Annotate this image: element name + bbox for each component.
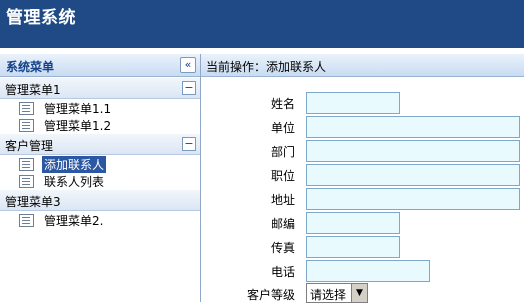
level-select[interactable]: 请选择 ▼: [306, 283, 368, 303]
address-field[interactable]: [306, 188, 520, 210]
sidebar-item-contact-list[interactable]: 联系人列表: [0, 172, 200, 189]
menu-group-customer[interactable]: 客户管理 −: [0, 133, 200, 155]
form-row-position: 职位: [201, 164, 524, 186]
collapse-group-icon[interactable]: −: [182, 137, 196, 151]
sidebar-item-label: 管理菜单1.1: [44, 102, 112, 116]
sidebar-header: 系统菜单 «: [0, 54, 200, 77]
form-row-company: 单位: [201, 116, 524, 138]
fax-field[interactable]: [306, 236, 400, 258]
sidebar-item-menu-2[interactable]: 管理菜单2.: [0, 211, 200, 228]
list-page-icon: [19, 119, 34, 132]
collapse-sidebar-icon[interactable]: «: [180, 57, 196, 73]
menu-group-label: 客户管理: [5, 139, 54, 153]
menu-group-3[interactable]: 管理菜单3: [0, 189, 200, 211]
position-field[interactable]: [306, 164, 520, 186]
form-row-department: 部门: [201, 140, 524, 162]
chevron-down-icon[interactable]: ▼: [351, 284, 367, 302]
phone-field[interactable]: [306, 260, 430, 282]
sidebar-item-menu-1-1[interactable]: 管理菜单1.1: [0, 99, 200, 116]
breadcrumb-text: 当前操作：添加联系人: [206, 60, 327, 74]
sidebar-item-label: 添加联系人: [42, 156, 107, 173]
level-label: 客户等级: [246, 288, 295, 302]
level-select-value: 请选择: [310, 288, 347, 302]
position-label: 职位: [270, 169, 295, 183]
sidebar-item-menu-1-2[interactable]: 管理菜单1.2: [0, 116, 200, 133]
company-label: 单位: [270, 121, 295, 135]
postcode-label: 邮编: [270, 217, 295, 231]
form-row-phone: 电话: [201, 260, 524, 282]
phone-label: 电话: [270, 265, 295, 279]
name-label: 姓名: [270, 97, 295, 111]
sidebar-item-add-contact[interactable]: 添加联系人: [0, 155, 200, 173]
collapse-group-icon[interactable]: −: [182, 81, 196, 95]
department-field[interactable]: [306, 140, 520, 162]
department-label: 部门: [270, 145, 295, 159]
sidebar-item-label: 联系人列表: [44, 175, 105, 189]
menu-group-1[interactable]: 管理菜单1 −: [0, 77, 200, 99]
sidebar-item-label: 管理菜单1.2: [44, 119, 112, 133]
list-page-icon: [19, 158, 34, 171]
sidebar-title: 系统菜单: [6, 60, 55, 74]
sidebar: 系统菜单 « 管理菜单1 − 管理菜单1.1 管理菜单1.2 客户管理 − 添加…: [0, 54, 201, 302]
app-header: 管理系统: [0, 0, 524, 48]
list-page-icon: [19, 102, 34, 115]
main-panel: 当前操作：添加联系人 姓名 单位 部门 职位 地址 邮编 传真 电话 客户等级 …: [201, 54, 524, 303]
form-row-postcode: 邮编: [201, 212, 524, 234]
form-row-name: 姓名: [201, 92, 524, 114]
menu-group-label: 管理菜单3: [5, 195, 61, 209]
form-row-address: 地址: [201, 188, 524, 210]
name-field[interactable]: [306, 92, 400, 114]
sidebar-item-label: 管理菜单2.: [44, 214, 104, 228]
breadcrumb: 当前操作：添加联系人: [201, 54, 524, 77]
company-field[interactable]: [306, 116, 520, 138]
menu-group-label: 管理菜单1: [5, 83, 61, 97]
list-page-icon: [19, 175, 34, 188]
app-title: 管理系统: [6, 8, 76, 28]
postcode-field[interactable]: [306, 212, 400, 234]
fax-label: 传真: [270, 241, 295, 255]
form-row-fax: 传真: [201, 236, 524, 258]
address-label: 地址: [270, 193, 295, 207]
list-page-icon: [19, 214, 34, 227]
